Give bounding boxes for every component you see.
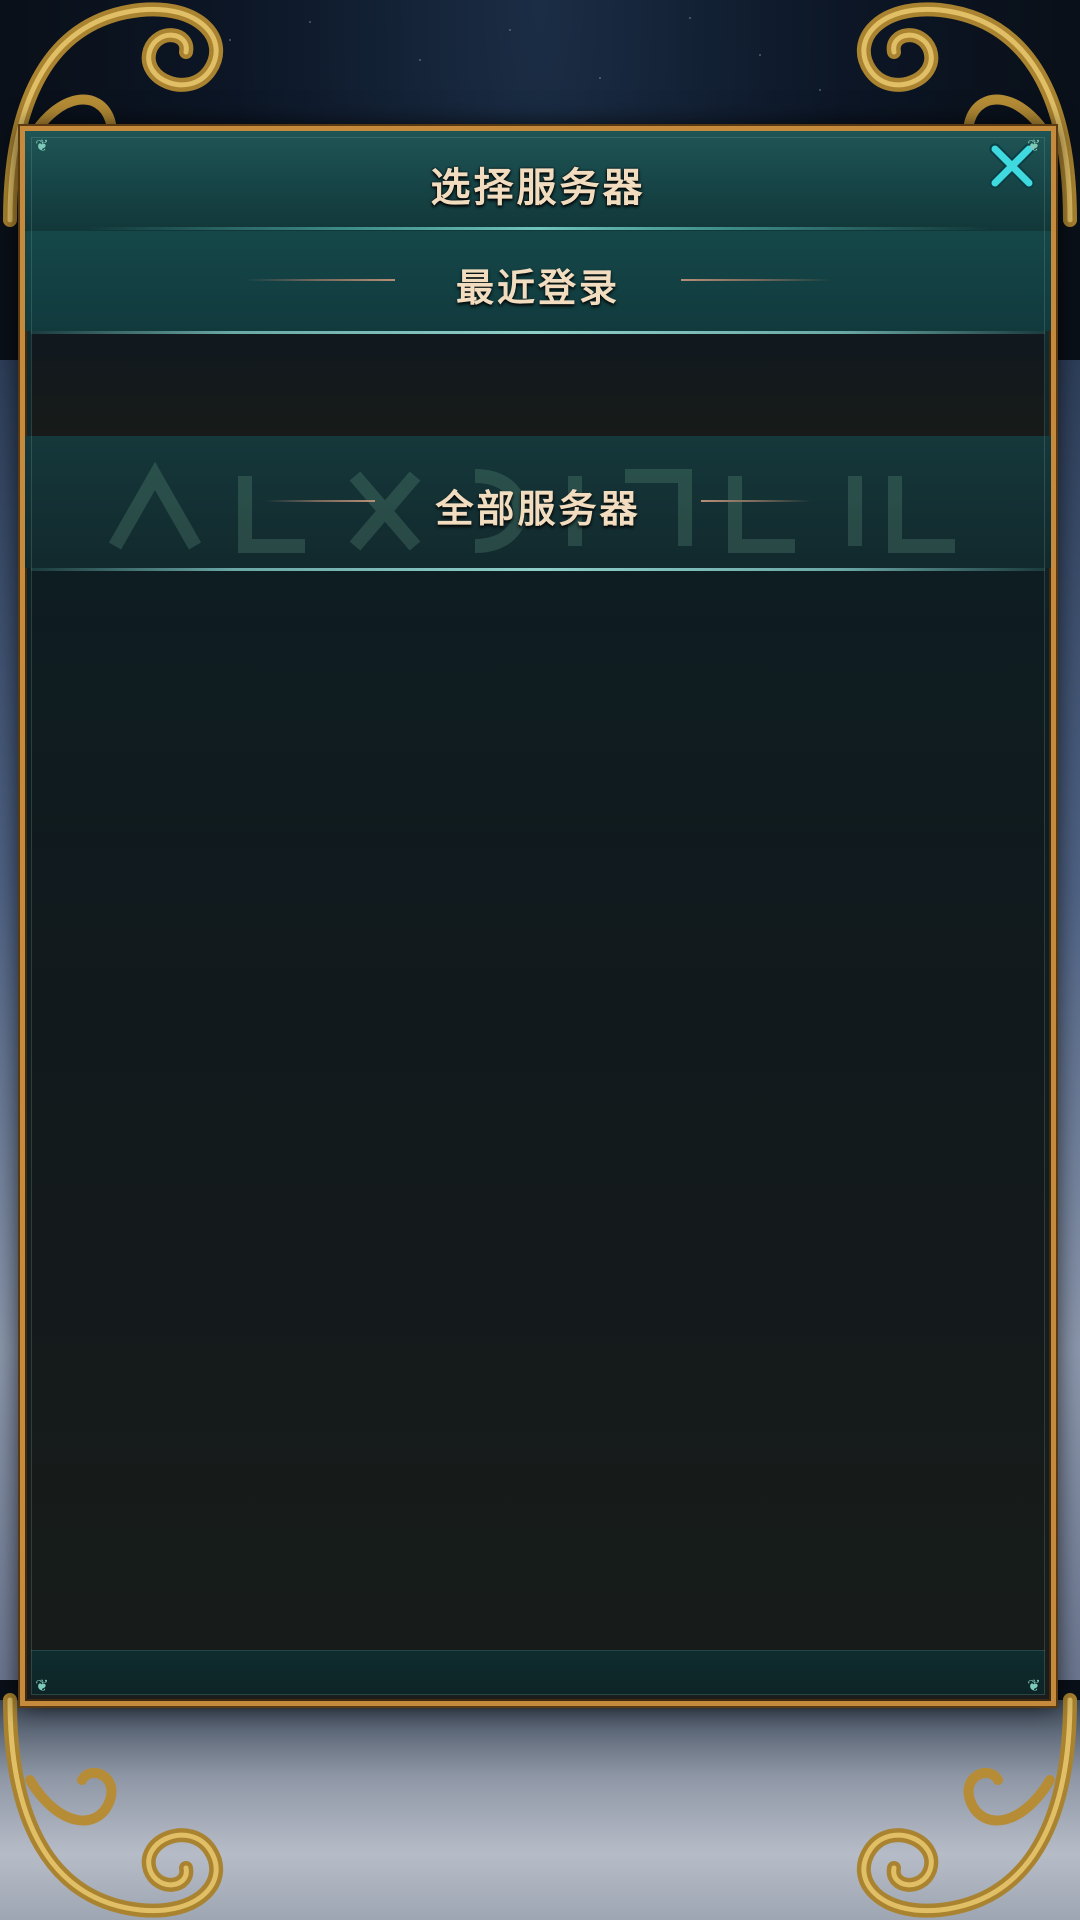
corner-leaf-icon: ❦: [1027, 136, 1041, 155]
decorative-line-right: [701, 500, 811, 502]
gold-scroll-ornament-icon: [3, 1693, 223, 1918]
header-divider: [85, 227, 991, 230]
all-servers-section: 全部服务器: [25, 436, 1051, 568]
all-servers-label: 全部服务器: [435, 487, 641, 531]
all-server-list[interactable]: [31, 571, 1045, 1651]
recent-server-list[interactable]: [31, 334, 1045, 436]
dialog-title: 选择服务器: [430, 165, 646, 211]
close-x-icon: [989, 143, 1035, 189]
server-select-dialog: 选择服务器 最近登录 全部服务器 ❦ ❦ ❦ ❦: [20, 126, 1056, 1706]
recent-login-label: 最近登录: [455, 266, 620, 310]
background: 选择服务器 最近登录 全部服务器 ❦ ❦ ❦ ❦: [0, 0, 1080, 1920]
dialog-header: 选择服务器: [25, 131, 1051, 231]
dialog-footer: [31, 1650, 1045, 1695]
recent-login-section: 最近登录: [25, 231, 1051, 331]
corner-leaf-icon: ❦: [1027, 1676, 1041, 1695]
decorative-line-right: [681, 279, 831, 281]
corner-leaf-icon: ❦: [35, 1676, 49, 1695]
gold-scroll-ornament-icon: [857, 1693, 1077, 1918]
corner-leaf-icon: ❦: [35, 136, 49, 155]
